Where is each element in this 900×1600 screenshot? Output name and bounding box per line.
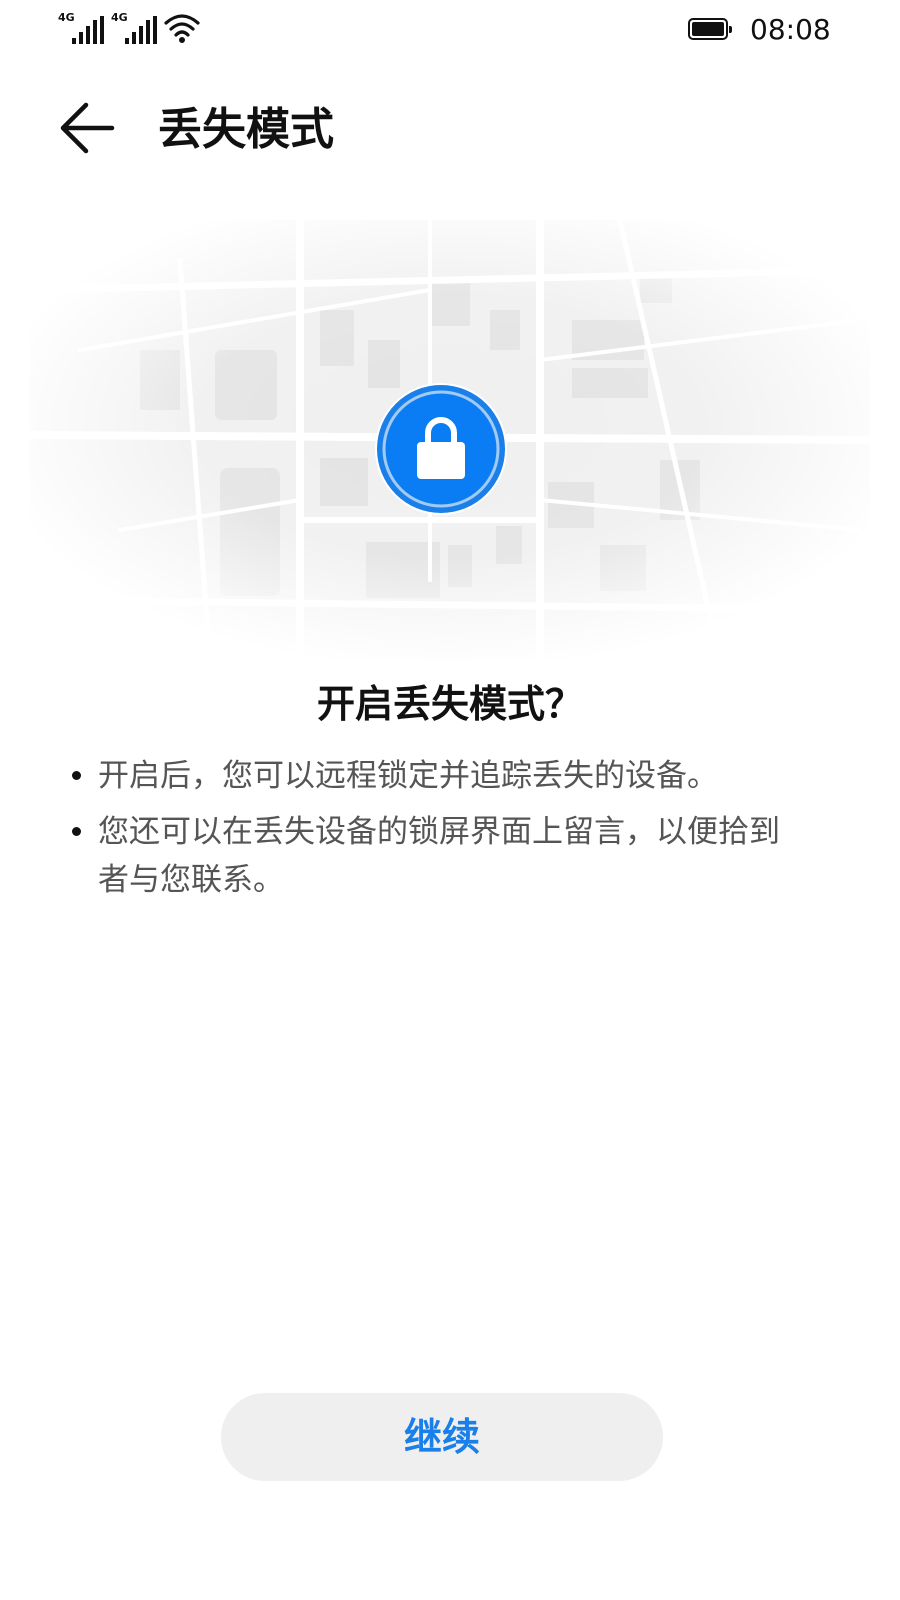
arrow-left-icon <box>60 102 115 154</box>
signal-sim1: 4G <box>58 12 108 46</box>
list-item-text: 开启后，您可以远程锁定并追踪丢失的设备。 <box>98 758 718 794</box>
list-item: 您还可以在丢失设备的锁屏界面上留言，以便拾到者与您联系。 <box>68 808 798 904</box>
list-item: 开启后，您可以远程锁定并追踪丢失的设备。 <box>68 752 798 800</box>
bullet-icon <box>72 771 81 780</box>
list-item-text: 您还可以在丢失设备的锁屏界面上留言，以便拾到者与您联系。 <box>98 814 780 898</box>
signal-sim2: 4G <box>111 12 161 46</box>
wifi-icon <box>164 14 200 43</box>
signal-bars-icon <box>72 16 104 44</box>
status-time: 08:08 <box>750 13 831 46</box>
lock-icon <box>375 383 507 515</box>
signal-bars-icon <box>125 16 157 44</box>
continue-button[interactable]: 继续 <box>221 1393 663 1481</box>
status-bar: 4G 4G 08:08 <box>0 0 900 60</box>
battery-icon <box>688 18 732 40</box>
page-title: 丢失模式 <box>158 104 334 155</box>
battery-nub <box>729 26 732 33</box>
bullet-icon <box>72 827 81 836</box>
description-list: 开启后，您可以远程锁定并追踪丢失的设备。 您还可以在丢失设备的锁屏界面上留言，以… <box>68 752 798 912</box>
dialog-title: 开启丢失模式？ <box>316 682 583 726</box>
battery-fill <box>692 22 724 36</box>
back-button[interactable] <box>52 96 124 160</box>
